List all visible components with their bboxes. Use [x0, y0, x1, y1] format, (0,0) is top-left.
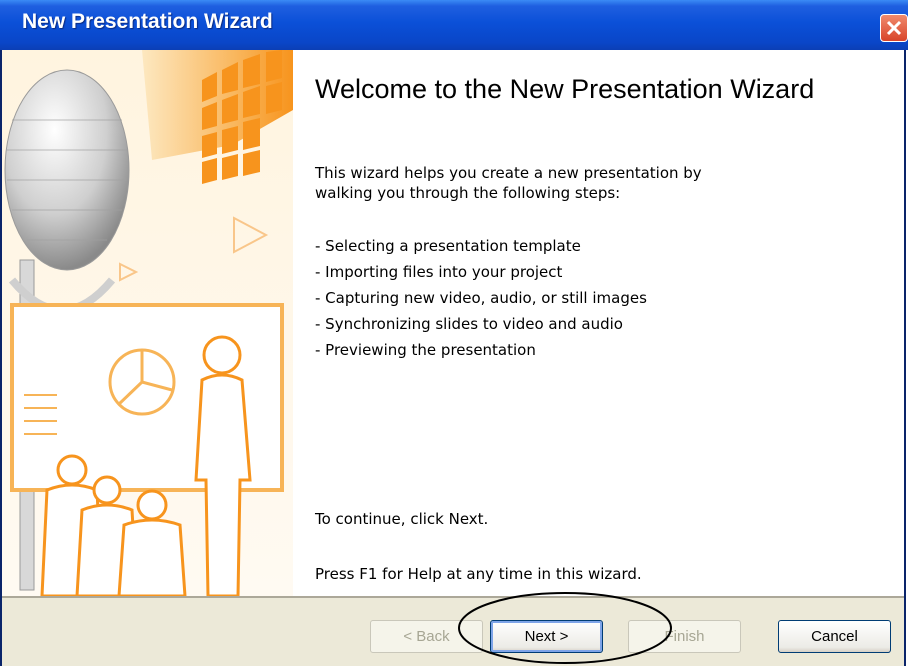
back-button[interactable]: < Back — [370, 620, 483, 653]
list-item: - Capturing new video, audio, or still i… — [315, 289, 647, 307]
close-icon — [886, 20, 902, 36]
intro-text: This wizard helps you create a new prese… — [315, 163, 702, 203]
title-bar[interactable]: New Presentation Wizard — [0, 0, 908, 50]
steps-list: - Selecting a presentation template - Im… — [315, 233, 647, 363]
cancel-button[interactable]: Cancel — [778, 620, 891, 653]
finish-button[interactable]: Finish — [628, 620, 741, 653]
continue-text: To continue, click Next. — [315, 510, 489, 528]
close-button[interactable] — [880, 14, 908, 42]
wizard-illustration — [2, 50, 293, 596]
list-item: - Synchronizing slides to video and audi… — [315, 315, 623, 333]
window-title: New Presentation Wizard — [22, 10, 273, 33]
intro-line-1: This wizard helps you create a new prese… — [315, 164, 702, 182]
list-item: - Selecting a presentation template — [315, 237, 581, 255]
list-item: - Previewing the presentation — [315, 341, 536, 359]
help-text: Press F1 for Help at any time in this wi… — [315, 565, 642, 583]
page-title: Welcome to the New Presentation Wizard — [315, 74, 815, 104]
next-button[interactable]: Next > — [490, 620, 603, 653]
intro-line-2: walking you through the following steps: — [315, 184, 621, 202]
list-item: - Importing files into your project — [315, 263, 563, 281]
